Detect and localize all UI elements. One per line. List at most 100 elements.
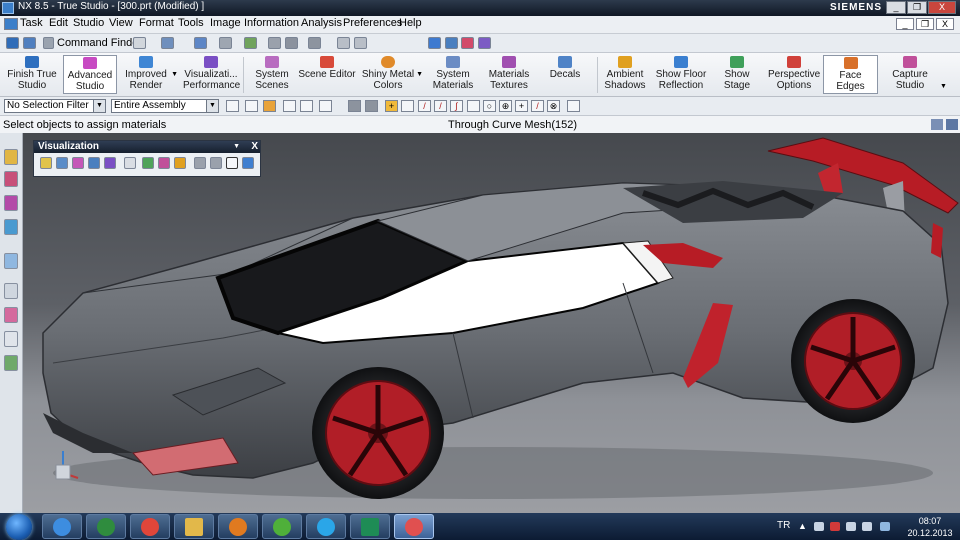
select-chain-icon[interactable] [300,100,313,112]
command-finder-label[interactable]: Command Finder [57,37,142,49]
restore-button[interactable]: ❐ [907,1,927,14]
chevron-down-icon[interactable]: ▼ [416,71,423,78]
visualization-toolbar-header[interactable]: Visualization ▼ X [34,141,260,153]
shading-icon[interactable] [244,37,257,49]
view-orient-icon[interactable] [285,37,298,49]
solid-filter-icon[interactable] [348,100,361,112]
system-scenes-panel-icon[interactable] [4,307,18,323]
close-icon[interactable]: X [251,141,258,153]
assembly-navigator-icon[interactable] [4,149,18,165]
close-window-button[interactable]: X [928,1,956,14]
filter-settings-icon[interactable] [226,100,239,112]
chevron-down-icon[interactable]: ▼ [206,100,218,112]
visualization-performance-button[interactable]: Visualizati... Performance [183,55,240,94]
constraint-navigator-icon[interactable] [4,171,18,187]
nx-app-icon[interactable] [2,2,14,14]
quadrant-icon[interactable]: ⊕ [499,100,512,112]
line-end-icon[interactable]: / [434,100,447,112]
edit-material-icon[interactable] [142,157,154,169]
selection-icon[interactable] [161,37,174,49]
grid-snap-icon[interactable] [401,100,414,112]
perpendicular-icon[interactable]: ⊗ [547,100,560,112]
face-filter-icon[interactable] [365,100,378,112]
decals-button[interactable]: Decals [546,55,584,94]
paint-icon[interactable] [478,37,491,49]
network-icon[interactable] [846,522,856,531]
stage-icon[interactable] [194,157,206,169]
camera-icon[interactable] [428,37,441,49]
deselect-icon[interactable] [283,100,296,112]
taskbar-app-skype[interactable] [306,514,346,539]
snap-icon[interactable] [337,37,350,49]
full-screen-icon[interactable] [946,119,958,130]
part-navigator-icon[interactable] [4,195,18,211]
clock[interactable]: 08:07 20.12.2013 [902,515,958,539]
chevron-down-icon[interactable]: ▼ [233,141,240,153]
taskbar-app-ie[interactable] [42,514,82,539]
minimize-button[interactable]: _ [886,1,906,14]
selection-scope-dropdown[interactable]: Entire Assembly ▼ [111,99,219,113]
face-edges-toggle-icon[interactable] [226,157,238,169]
circle-center-icon[interactable]: ○ [483,100,496,112]
face-edges-button[interactable]: Face Edges [823,55,878,94]
finish-true-studio-button[interactable]: Finish True Studio [4,55,60,94]
web-browser-icon[interactable] [4,331,18,347]
taskbar-app-spreadsheet[interactable] [350,514,390,539]
render-style-icon[interactable] [219,37,232,49]
capture-studio-button[interactable]: Capture Studio [888,55,932,94]
tangent-icon[interactable]: / [531,100,544,112]
roles-icon[interactable] [4,355,18,371]
reuse-library-icon[interactable] [4,219,18,235]
doc-minimize-button[interactable]: _ [896,18,914,30]
line-icon[interactable]: / [418,100,431,112]
select-all-icon[interactable] [263,100,276,112]
studio-image-icon[interactable] [461,37,474,49]
taskbar-app-explorer[interactable] [174,514,214,539]
floor-icon[interactable] [210,157,222,169]
menu-studio[interactable]: Studio [73,17,104,29]
tiff-icon[interactable] [124,157,136,169]
taskbar-app-media-player[interactable] [218,514,258,539]
texture-icon[interactable] [88,157,100,169]
system-materials-button[interactable]: System Materials [430,55,476,94]
menu-view[interactable]: View [109,17,133,29]
material-icon[interactable] [72,157,84,169]
system-materials-panel-icon[interactable] [4,283,18,299]
intersection-icon[interactable]: + [515,100,528,112]
inherit-material-icon[interactable] [158,157,170,169]
antivirus-icon[interactable] [830,522,840,531]
menu-help[interactable]: Help [399,17,422,29]
menu-image[interactable]: Image [210,17,241,29]
arc-icon[interactable]: ∫ [450,100,463,112]
grid-icon[interactable] [567,100,580,112]
menu-information[interactable]: Information [244,17,299,29]
language-indicator[interactable]: TR [777,520,790,531]
taskbar-app-utorrent[interactable] [262,514,302,539]
graphics-viewport[interactable] [23,133,960,513]
midpoint-icon[interactable] [467,100,480,112]
menu-task[interactable]: Task [20,17,43,29]
scene-editor-button[interactable]: Scene Editor [298,55,356,94]
app-menu-icon[interactable] [4,18,18,30]
advanced-studio-button[interactable]: Advanced Studio [63,55,117,94]
history-icon[interactable] [4,253,18,269]
perspective-options-button[interactable]: Perspective Options [768,55,820,94]
tray-expand-icon[interactable]: ▲ [798,521,807,531]
show-stage-button[interactable]: Show Stage [711,55,763,94]
show-floor-reflection-button[interactable]: Show Floor Reflection [655,55,707,94]
save-all-icon[interactable] [23,37,36,49]
car-model[interactable] [23,133,960,513]
scene-light-icon[interactable] [56,157,68,169]
doc-close-button[interactable]: X [936,18,954,30]
improved-render-button[interactable]: Improved Render ▼ [121,55,178,94]
shiny-metal-colors-button[interactable]: Shiny Metal Colors ▼ [360,55,423,94]
print-icon[interactable] [445,37,458,49]
save-icon[interactable] [6,37,19,49]
view-cube-icon[interactable] [268,37,281,49]
undo-icon[interactable] [133,37,146,49]
command-finder-icon[interactable] [43,37,54,49]
blue-cube-icon[interactable] [242,157,254,169]
menu-analysis[interactable]: Analysis [301,17,342,29]
color-icon[interactable] [174,157,186,169]
snap-point-icon[interactable] [354,37,367,49]
